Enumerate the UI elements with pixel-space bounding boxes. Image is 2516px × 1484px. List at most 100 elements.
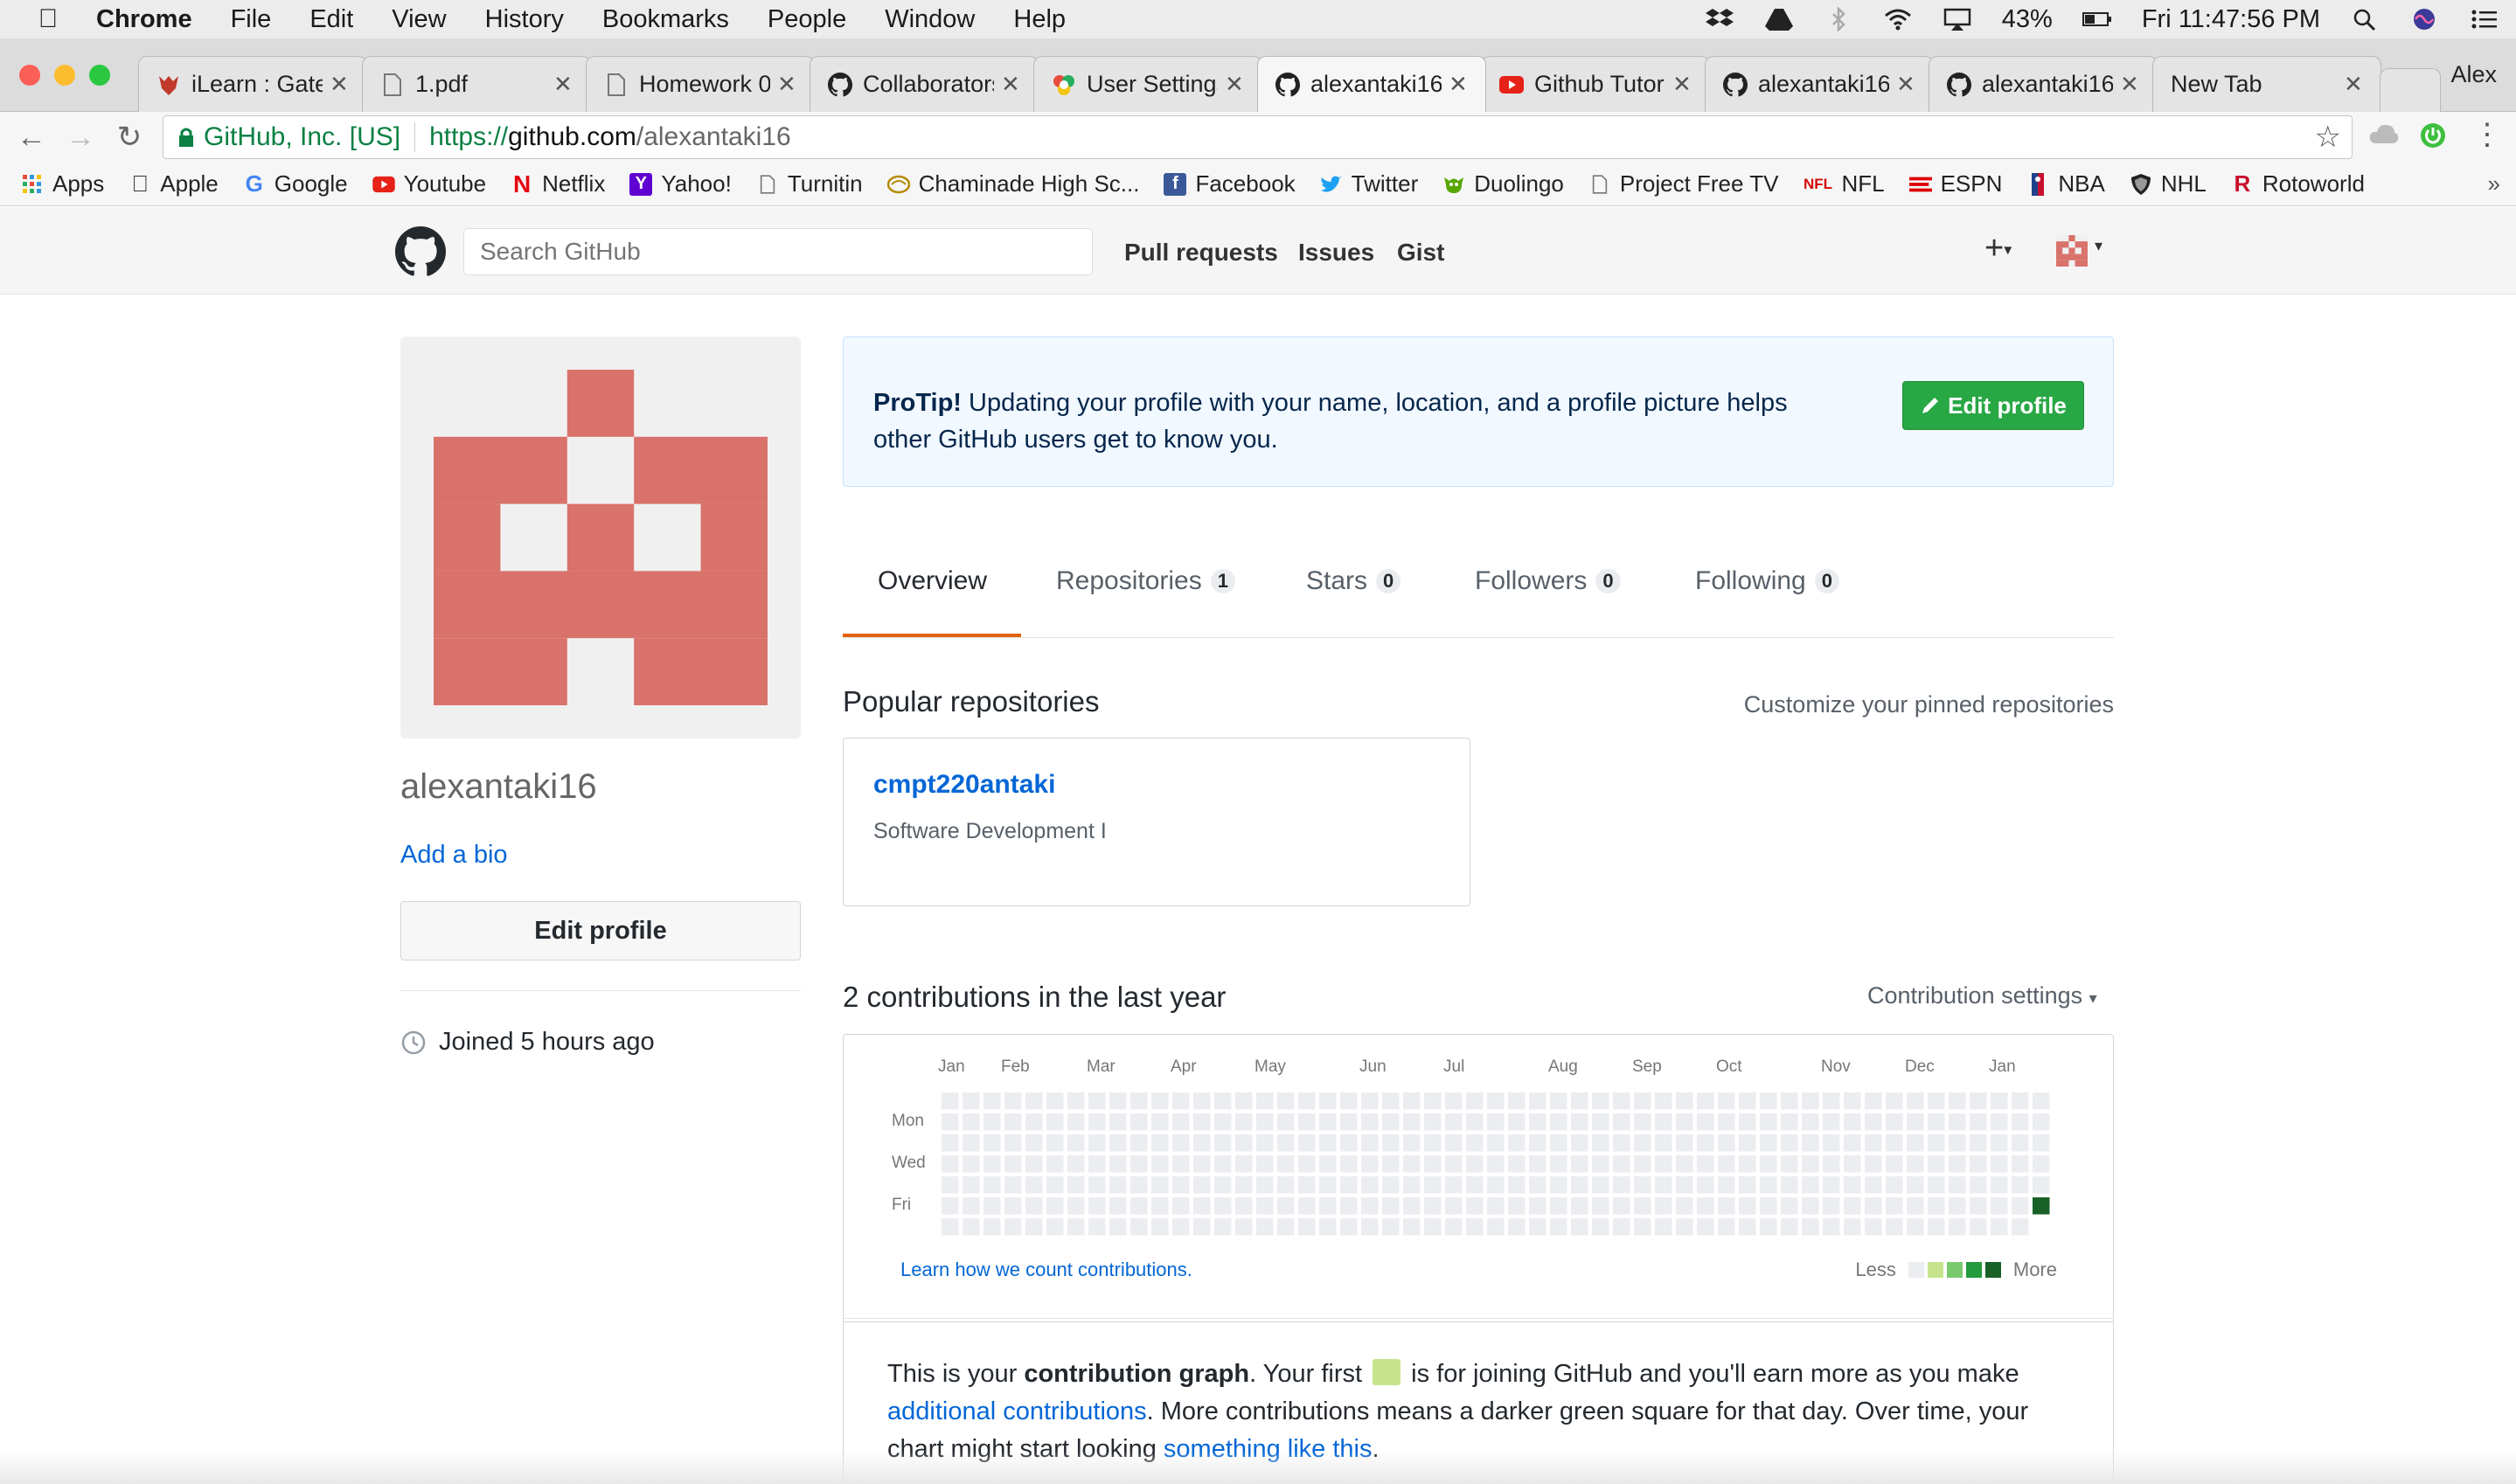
contribution-day[interactable] <box>1613 1113 1630 1131</box>
contribution-day[interactable] <box>1193 1218 1211 1236</box>
contribution-day[interactable] <box>1403 1113 1421 1131</box>
contribution-day[interactable] <box>1697 1092 1714 1110</box>
contribution-day[interactable] <box>1277 1197 1295 1215</box>
contribution-day[interactable] <box>1886 1134 1903 1152</box>
contribution-day[interactable] <box>1340 1092 1358 1110</box>
contribution-day[interactable] <box>1760 1218 1777 1236</box>
contribution-day[interactable] <box>2033 1113 2050 1131</box>
contribution-day[interactable] <box>1046 1155 1064 1173</box>
contribution-day[interactable] <box>983 1113 1001 1131</box>
contribution-day[interactable] <box>1655 1197 1672 1215</box>
contribution-day[interactable] <box>1571 1176 1588 1194</box>
contribution-day[interactable] <box>1277 1176 1295 1194</box>
contribution-day[interactable] <box>942 1134 959 1152</box>
contribution-day[interactable] <box>963 1113 980 1131</box>
contribution-day[interactable] <box>1781 1218 1798 1236</box>
contribution-day[interactable] <box>1676 1197 1693 1215</box>
bookmark-turnitin[interactable]: Turnitin <box>756 170 863 198</box>
contribution-day[interactable] <box>1445 1155 1463 1173</box>
contribution-day[interactable] <box>1256 1176 1274 1194</box>
contribution-day[interactable] <box>1424 1176 1442 1194</box>
contribution-day[interactable] <box>1424 1092 1442 1110</box>
github-logo-icon[interactable] <box>395 226 446 277</box>
contribution-day[interactable] <box>1256 1092 1274 1110</box>
contribution-day[interactable] <box>1403 1155 1421 1173</box>
bookmark-nfl[interactable]: NFL NFL <box>1803 170 1885 198</box>
contribution-day[interactable] <box>1109 1218 1127 1236</box>
contribution-day[interactable] <box>942 1113 959 1131</box>
contribution-day[interactable] <box>2012 1197 2029 1215</box>
contribution-day[interactable] <box>963 1155 980 1173</box>
contribution-day[interactable] <box>1256 1113 1274 1131</box>
contribution-day[interactable] <box>1319 1197 1337 1215</box>
contribution-day[interactable] <box>1214 1176 1232 1194</box>
contribution-day[interactable] <box>1718 1176 1735 1194</box>
contribution-day[interactable] <box>1550 1218 1567 1236</box>
contribution-day[interactable] <box>1382 1092 1400 1110</box>
close-window-icon[interactable] <box>19 65 40 86</box>
contribution-day[interactable] <box>1613 1134 1630 1152</box>
contribution-day[interactable] <box>1004 1113 1022 1131</box>
contribution-day[interactable] <box>1361 1155 1379 1173</box>
tab-pdf[interactable]: 1.pdf ✕ <box>362 56 591 112</box>
contribution-day[interactable] <box>1466 1113 1484 1131</box>
contribution-settings-dropdown[interactable]: Contribution settings ▾ <box>1867 982 2097 1009</box>
contribution-day[interactable] <box>1613 1197 1630 1215</box>
contribution-day[interactable] <box>1739 1197 1756 1215</box>
contribution-day[interactable] <box>1130 1134 1148 1152</box>
contribution-day[interactable] <box>1172 1092 1190 1110</box>
bookmark-twitter[interactable]: Twitter <box>1320 170 1418 198</box>
contribution-day[interactable] <box>1928 1176 1945 1194</box>
contribution-day[interactable] <box>2033 1155 2050 1173</box>
contribution-day[interactable] <box>1781 1155 1798 1173</box>
contribution-day[interactable] <box>1130 1155 1148 1173</box>
contribution-day[interactable] <box>1697 1176 1714 1194</box>
contribution-day[interactable] <box>1256 1218 1274 1236</box>
contribution-day[interactable] <box>1634 1134 1651 1152</box>
contribution-day-active[interactable] <box>2033 1197 2050 1215</box>
contribution-day[interactable] <box>1382 1197 1400 1215</box>
contribution-day[interactable] <box>1298 1134 1316 1152</box>
contribution-day[interactable] <box>1676 1092 1693 1110</box>
contribution-day[interactable] <box>1802 1134 1819 1152</box>
contribution-day[interactable] <box>1928 1218 1945 1236</box>
contribution-day[interactable] <box>1319 1134 1337 1152</box>
nav-issues[interactable]: Issues <box>1298 239 1374 267</box>
contribution-day[interactable] <box>1802 1197 1819 1215</box>
spotlight-search-icon[interactable] <box>2350 7 2380 31</box>
menu-file[interactable]: File <box>231 5 272 34</box>
contribution-day[interactable] <box>1991 1197 2008 1215</box>
close-tab-icon[interactable]: ✕ <box>1896 71 1915 98</box>
contribution-day[interactable] <box>1529 1155 1546 1173</box>
contribution-day[interactable] <box>1592 1155 1609 1173</box>
contribution-day[interactable] <box>1319 1113 1337 1131</box>
contribution-day[interactable] <box>1802 1218 1819 1236</box>
minimize-window-icon[interactable] <box>54 65 75 86</box>
contribution-day[interactable] <box>1529 1113 1546 1131</box>
contribution-day[interactable] <box>1046 1218 1064 1236</box>
contribution-day[interactable] <box>1844 1155 1861 1173</box>
secure-connection-indicator[interactable]: GitHub, Inc. [US] <box>177 122 400 152</box>
apple-menu-icon[interactable]:  <box>0 4 96 34</box>
contribution-day[interactable] <box>1865 1113 1882 1131</box>
airplay-icon[interactable] <box>1943 7 1972 31</box>
contribution-day[interactable] <box>1361 1113 1379 1131</box>
contribution-day[interactable] <box>983 1155 1001 1173</box>
google-drive-icon[interactable] <box>1764 7 1794 31</box>
menu-app-name[interactable]: Chrome <box>96 5 192 34</box>
url-text[interactable]: https://github.com/alexantaki16 <box>429 122 791 152</box>
contribution-day[interactable] <box>1571 1092 1588 1110</box>
contribution-day[interactable] <box>1193 1197 1211 1215</box>
contribution-day[interactable] <box>1592 1092 1609 1110</box>
contribution-day[interactable] <box>963 1176 980 1194</box>
contribution-day[interactable] <box>1151 1092 1169 1110</box>
bookmark-apps[interactable]: Apps <box>21 170 104 198</box>
contribution-day[interactable] <box>1760 1092 1777 1110</box>
profile-avatar[interactable] <box>400 336 801 739</box>
contribution-day[interactable] <box>1676 1113 1693 1131</box>
contribution-day[interactable] <box>1235 1155 1253 1173</box>
contribution-day[interactable] <box>1508 1218 1526 1236</box>
contribution-day[interactable] <box>1214 1197 1232 1215</box>
contribution-day[interactable] <box>1067 1176 1085 1194</box>
contribution-day[interactable] <box>1004 1092 1022 1110</box>
